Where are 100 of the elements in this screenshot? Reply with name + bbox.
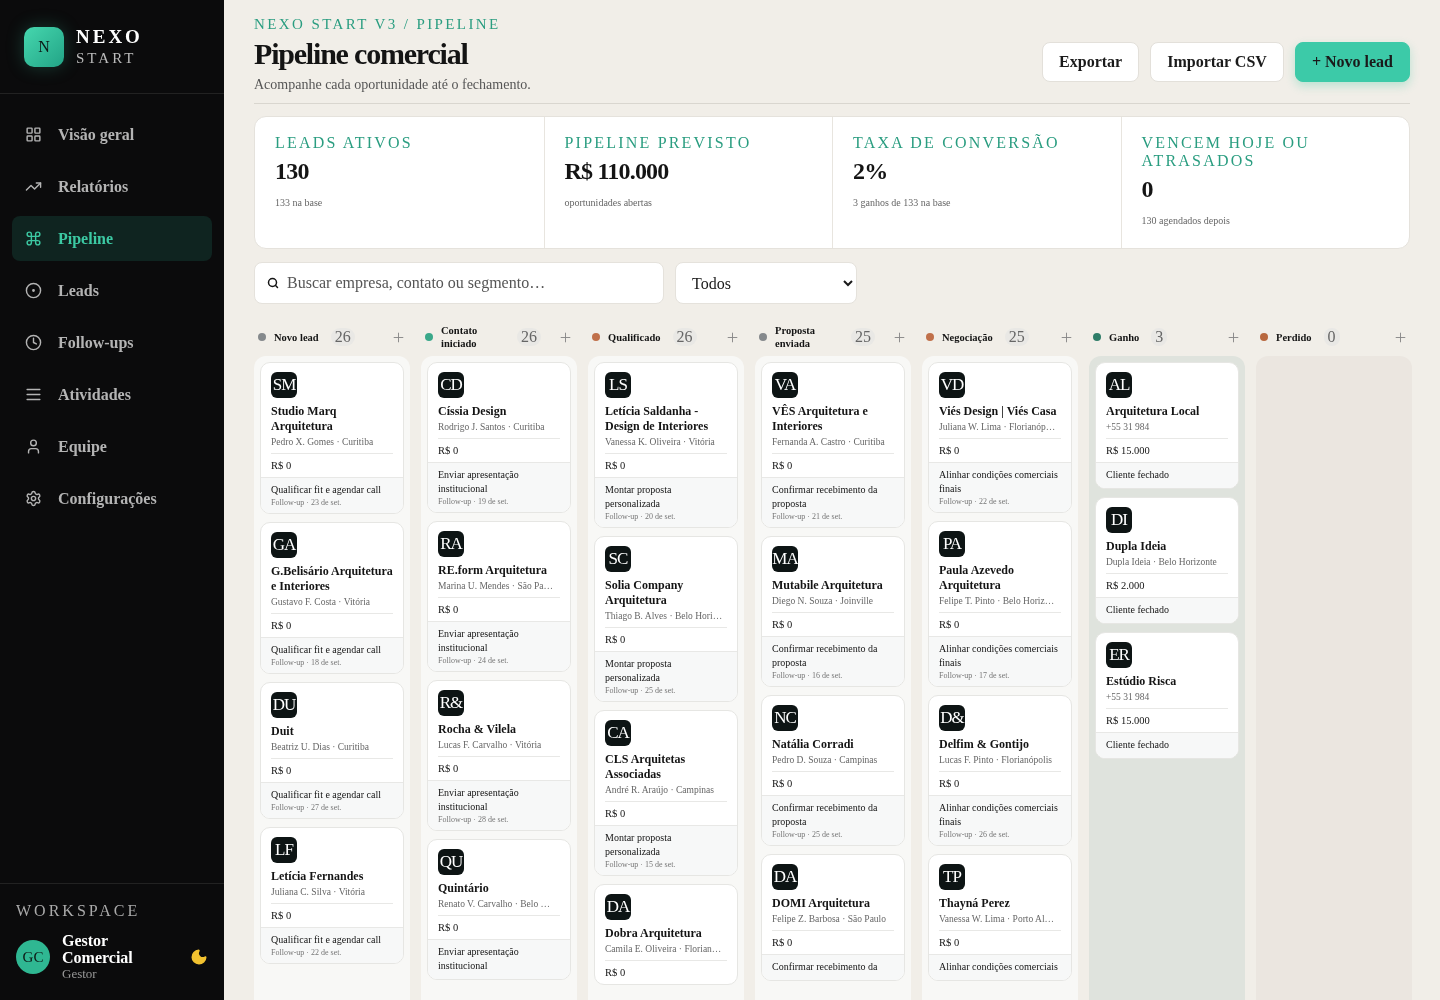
person-icon (25, 438, 42, 455)
stat-value: 2% (853, 158, 889, 185)
lead-name: Natália Corradi (772, 737, 855, 752)
stat-value: R$ 110.000 (564, 158, 670, 185)
lead-name: Viés Design | Viés Casa (939, 404, 1058, 419)
lead-name: Paula Azevedo Arquitetura (939, 563, 1015, 593)
lead-contact: Pedro D. Souza · Campinas (772, 754, 894, 772)
add-button[interactable] (725, 329, 740, 345)
lead-value: R$ 0 (438, 921, 460, 935)
lead-followup: Follow-up · 16 de set. (772, 671, 844, 680)
lead-contact: Lucas F. Carvalho · Vitória (438, 739, 560, 757)
add-button[interactable] (1393, 329, 1408, 345)
lead-task: Enviar apresentação institucional (438, 945, 520, 973)
moon-icon[interactable] (190, 948, 208, 966)
add-button[interactable] (558, 329, 573, 345)
lead-value: R$ 0 (438, 603, 460, 617)
column-title: Qualificado (608, 330, 661, 344)
nav-item[interactable]: Visão geral (12, 112, 212, 157)
lead-followup: Follow-up · 23 de set. (271, 498, 343, 507)
lead-card[interactable]: TP Thayná Perez Vanessa W. Lima · Porto Al… R$ 0 Alinhar condições comerciais (928, 854, 1072, 981)
lead-value: R$ 0 (605, 807, 627, 821)
lead-followup: Follow-up · 24 de set. (438, 656, 510, 665)
lead-card[interactable]: VD Viés Design | Viés Casa Juliana W. Lima · Florianóp… R$ 0 Alinhar condições comerciais finais Follow-up · 22 de set. (928, 362, 1072, 513)
lead-task: Qualificar fit e agendar call (271, 933, 382, 947)
lead-card[interactable]: LF Letícia Fernandes Juliana C. Silva · Vitória R$ 0 Qualificar fit e agendar call Follow-up · 22 de set. (260, 827, 404, 964)
column-count: 25 (851, 328, 875, 346)
clock-icon (25, 334, 42, 351)
lead-card[interactable]: R& Rocha & Vilela Lucas F. Carvalho · Vitória R$ 0 Enviar apresentação institucional Follow-up · 28 de set. (427, 680, 571, 831)
lead-contact: Fernanda A. Castro · Curitiba (772, 436, 894, 454)
lead-task: Montar proposta personalizada (605, 831, 673, 859)
nav-item[interactable]: Pipeline (12, 216, 212, 261)
lead-name: Duit (271, 724, 295, 739)
lead-avatar: MA (772, 546, 798, 572)
nav-item[interactable]: Relatórios (12, 164, 212, 209)
lead-followup: Follow-up · 15 de set. (605, 860, 677, 869)
lead-task: Enviar apresentação institucional (438, 627, 520, 655)
lead-card[interactable]: LS Letícia Saldanha - Design de Interiores Vanessa K. Oliveira · Vitória R$ 0 Montar proposta personalizada Follow-up · 20 de set. (594, 362, 738, 528)
lead-card[interactable]: AL Arquitetura Local +55 31 984 R$ 15.000 Cliente fechado (1095, 362, 1239, 489)
add-button[interactable] (391, 329, 406, 345)
lead-card[interactable]: RA RE.form Arquitetura Marina U. Mendes · São Pa… R$ 0 Enviar apresentação institucional Follow-up · 24 de set. (427, 521, 571, 672)
lead-name: RE.form Arquitetura (438, 563, 549, 578)
lead-contact: Juliana W. Lima · Florianóp… (939, 421, 1061, 439)
lead-card[interactable]: ER Estúdio Risca +55 31 984 R$ 15.000 Cliente fechado (1095, 632, 1239, 759)
lead-value: R$ 0 (605, 633, 627, 647)
nav-item[interactable]: Configurações (12, 476, 212, 521)
nav-item[interactable]: Leads (12, 268, 212, 313)
lead-name: CLS Arquitetas Associadas (605, 752, 687, 782)
breadcrumb: NEXO START V3 / PIPELINE (254, 16, 502, 33)
lead-card[interactable]: PA Paula Azevedo Arquitetura Felipe T. Pinto · Belo Horiz… R$ 0 Alinhar condições comerciais finais Follow-up · 17 de set. (928, 521, 1072, 687)
nav-item[interactable]: Atividades (12, 372, 212, 417)
lead-value: R$ 0 (438, 444, 460, 458)
lead-name: Solia Company Arquitetura (605, 578, 685, 608)
lead-card[interactable]: MA Mutabile Arquitetura Diego N. Souza · Joinville R$ 0 Confirmar recebimento da proposta Follow-up · 16 de set. (761, 536, 905, 687)
lead-task: Cliente fechado (1106, 738, 1171, 752)
lead-name: Quintário (438, 881, 490, 896)
lead-card[interactable]: DU Duit Beatriz U. Dias · Curitiba R$ 0 Qualificar fit e agendar call Follow-up · 27 de set. (260, 682, 404, 819)
nav-item[interactable]: Follow-ups (12, 320, 212, 365)
header-button[interactable]: Exportar (1042, 42, 1140, 82)
column-title: Negociação (942, 330, 993, 344)
add-button[interactable] (1226, 329, 1241, 345)
lead-card[interactable]: NC Natália Corradi Pedro D. Souza · Campinas R$ 0 Confirmar recebimento da proposta Follow-up · 25 de set. (761, 695, 905, 846)
lead-task: Confirmar recebimento da proposta (772, 483, 879, 511)
lead-task: Confirmar recebimento da proposta (772, 642, 879, 670)
header-button[interactable]: Importar CSV (1150, 42, 1284, 82)
lead-card[interactable]: SC Solia Company Arquitetura Thiago B. Alves · Belo Hori… R$ 0 Montar proposta personalizada Follow-up · 25 de set. (594, 536, 738, 702)
stat-label: LEADS ATIVOS (275, 134, 414, 152)
lead-avatar: SC (605, 546, 631, 572)
lead-card[interactable]: QU Quintário Renato V. Carvalho · Belo … R$ 0 Enviar apresentação institucional (427, 839, 571, 980)
lead-followup: Follow-up · 21 de set. (772, 512, 844, 521)
new-lead-button[interactable]: + Novo lead (1294, 42, 1410, 82)
lead-name: G.Belisário Arquitetura e Interiores (271, 564, 393, 594)
brand-name: NEXO (76, 25, 143, 48)
column-count: 26 (672, 328, 697, 346)
lead-contact: Marina U. Mendes · São Pa… (438, 580, 560, 598)
lead-value: R$ 0 (438, 762, 460, 776)
lead-card[interactable]: D& Delfim & Gontijo Lucas F. Pinto · Florianópolis R$ 0 Alinhar condições comerciais finais Follow-up · 26 de set. (928, 695, 1072, 846)
add-button[interactable] (1059, 329, 1074, 345)
search-field[interactable]: Buscar empresa, contato ou segmento… (254, 262, 664, 304)
lead-contact: +55 31 984 (1106, 421, 1228, 439)
lead-card[interactable]: GA G.Belisário Arquitetura e Interiores Gustavo F. Costa · Vitória R$ 0 Qualificar fit e agendar call Follow-up · 18 de set. (260, 522, 404, 674)
search-icon (267, 277, 279, 289)
lead-avatar: DU (271, 692, 297, 718)
lead-name: Delfim & Gontijo (939, 737, 1030, 752)
lead-task: Qualificar fit e agendar call (271, 483, 382, 497)
column-count: 25 (1004, 328, 1029, 346)
filter-select[interactable]: Todos (675, 262, 857, 304)
lead-contact: Pedro X. Gomes · Curitiba (271, 436, 393, 454)
lead-followup: Follow-up · 28 de set. (438, 815, 510, 824)
add-button[interactable] (892, 329, 907, 345)
lead-card[interactable]: DA Dobra Arquitetura Camila E. Oliveira · Florian… R$ 0 (594, 884, 738, 985)
nav-item[interactable]: Equipe (12, 424, 212, 469)
lead-card[interactable]: DI Dupla Ideia Dupla Ideia · Belo Horizonte R$ 2.000 Cliente fechado (1095, 497, 1239, 624)
lead-card[interactable]: VA VÊS Arquitetura e Interiores Fernanda A. Castro · Curitiba R$ 0 Confirmar recebimento da proposta Follow-up · 21 de set. (761, 362, 905, 528)
lead-card[interactable]: CD Císsia Design Rodrigo J. Santos · Curitiba R$ 0 Enviar apresentação institucional Follow-up · 19 de set. (427, 362, 571, 513)
user-name: Gestor Comercial (62, 932, 134, 966)
lead-contact: Renato V. Carvalho · Belo … (438, 898, 560, 916)
lead-avatar: DI (1106, 507, 1132, 533)
lead-card[interactable]: DA DOMI Arquitetura Felipe Z. Barbosa · São Paulo R$ 0 Confirmar recebimento da (761, 854, 905, 981)
lead-card[interactable]: SM Studio Marq Arquitetura Pedro X. Gomes · Curitiba R$ 0 Qualificar fit e agendar call Follow-up · 23 de set. (260, 362, 404, 514)
lead-card[interactable]: CA CLS Arquitetas Associadas André R. Araújo · Campinas R$ 0 Montar proposta personalizada Follow-up · 15 de set. (594, 710, 738, 876)
